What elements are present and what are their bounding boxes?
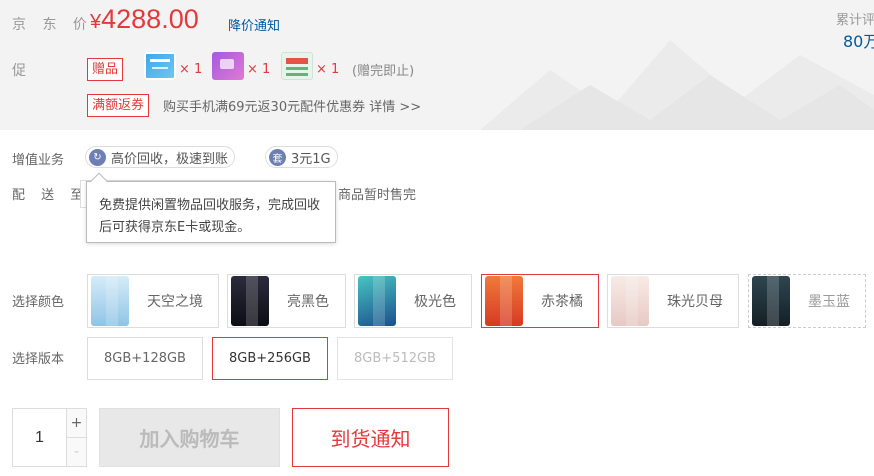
phone-thumbnail bbox=[91, 276, 129, 326]
color-label: 选择颜色 bbox=[12, 295, 65, 310]
gift-coupon-icon[interactable] bbox=[281, 52, 313, 80]
quantity-stepper: 1 + - bbox=[12, 408, 87, 467]
phone-thumbnail bbox=[485, 276, 523, 326]
gift-tag: 赠品 bbox=[87, 58, 124, 81]
color-option-label: 亮黑色 bbox=[287, 294, 329, 310]
phone-thumbnail bbox=[611, 276, 649, 326]
color-option-label: 天空之境 bbox=[147, 294, 203, 310]
phone-thumbnail bbox=[231, 276, 269, 326]
version-option-128[interactable]: 8GB+128GB bbox=[87, 337, 203, 380]
color-option-aurora[interactable]: 极光色 bbox=[354, 274, 472, 328]
stock-status: 商品暂时售完 bbox=[338, 188, 417, 203]
tooltip-text: 免费提供闲置物品回收服务，完成回收后可获得京东E卡或现金。 bbox=[99, 198, 321, 235]
gift-qty: × 1 bbox=[179, 62, 203, 77]
gift-note: (赠完即止) bbox=[352, 64, 415, 79]
gift-qty: × 1 bbox=[247, 62, 271, 77]
color-option-sky[interactable]: 天空之境 bbox=[87, 274, 219, 328]
gift-card-icon[interactable] bbox=[144, 52, 176, 80]
quantity-minus-button[interactable]: - bbox=[66, 438, 86, 466]
recycle-tooltip: 免费提供闲置物品回收服务，完成回收后可获得京东E卡或现金。 bbox=[86, 172, 336, 243]
color-option-label: 赤茶橘 bbox=[541, 294, 583, 310]
quantity-input[interactable]: 1 bbox=[13, 409, 66, 466]
price-label: 京 东 价 bbox=[12, 17, 93, 33]
color-option-label: 墨玉蓝 bbox=[808, 294, 850, 310]
currency-symbol: ¥ bbox=[90, 11, 102, 33]
recycle-service-label: 高价回收，极速到账 bbox=[111, 151, 229, 167]
gift-voucher-icon[interactable] bbox=[212, 52, 244, 80]
version-option-256[interactable]: 8GB+256GB bbox=[212, 337, 328, 380]
data-plan-icon: 套 bbox=[269, 148, 286, 166]
color-option-pearl[interactable]: 珠光贝母 bbox=[607, 274, 739, 328]
tooltip-arrow bbox=[90, 172, 108, 190]
delivery-label: 配 送 至 bbox=[12, 188, 90, 203]
color-option-black[interactable]: 亮黑色 bbox=[227, 274, 346, 328]
color-option-orange[interactable]: 赤茶橘 bbox=[481, 274, 599, 328]
price-drop-notice-link[interactable]: 降价通知 bbox=[228, 15, 280, 34]
version-label: 选择版本 bbox=[12, 352, 65, 367]
data-plan-option[interactable]: 套 3元1G bbox=[265, 146, 338, 168]
price-amount: 4288.00 bbox=[101, 4, 199, 34]
add-to-cart-button[interactable]: 加入购物车 bbox=[99, 408, 280, 467]
phone-thumbnail bbox=[752, 276, 790, 326]
price-panel: 京 东 价 ¥4288.00 降价通知 累计评 80万 促 销 赠品 × 1 ×… bbox=[0, 0, 874, 130]
data-plan-label: 3元1G bbox=[291, 151, 331, 167]
color-option-label: 珠光贝母 bbox=[667, 294, 723, 310]
color-option-label: 极光色 bbox=[414, 294, 456, 310]
phone-thumbnail bbox=[358, 276, 396, 326]
recycle-icon: ↻ bbox=[89, 148, 106, 166]
quantity-plus-button[interactable]: + bbox=[66, 409, 86, 438]
color-option-jade[interactable]: 墨玉蓝 bbox=[748, 274, 866, 328]
sales-label: 累计评 bbox=[836, 13, 874, 28]
value-added-label: 增值业务 bbox=[12, 153, 65, 168]
arrival-notice-button[interactable]: 到货通知 bbox=[292, 408, 449, 467]
sales-count[interactable]: 80万 bbox=[843, 28, 874, 52]
price-value: ¥4288.00 bbox=[90, 4, 199, 35]
version-option-512[interactable]: 8GB+512GB bbox=[337, 337, 453, 380]
recycle-service-option[interactable]: ↻ 高价回收，极速到账 bbox=[85, 146, 236, 168]
mountain-background bbox=[480, 40, 874, 130]
rebate-description-link[interactable]: 购买手机满69元返30元配件优惠券 详情 >> bbox=[163, 96, 421, 115]
rebate-tag: 满额返券 bbox=[87, 94, 150, 117]
gift-qty: × 1 bbox=[316, 62, 340, 77]
